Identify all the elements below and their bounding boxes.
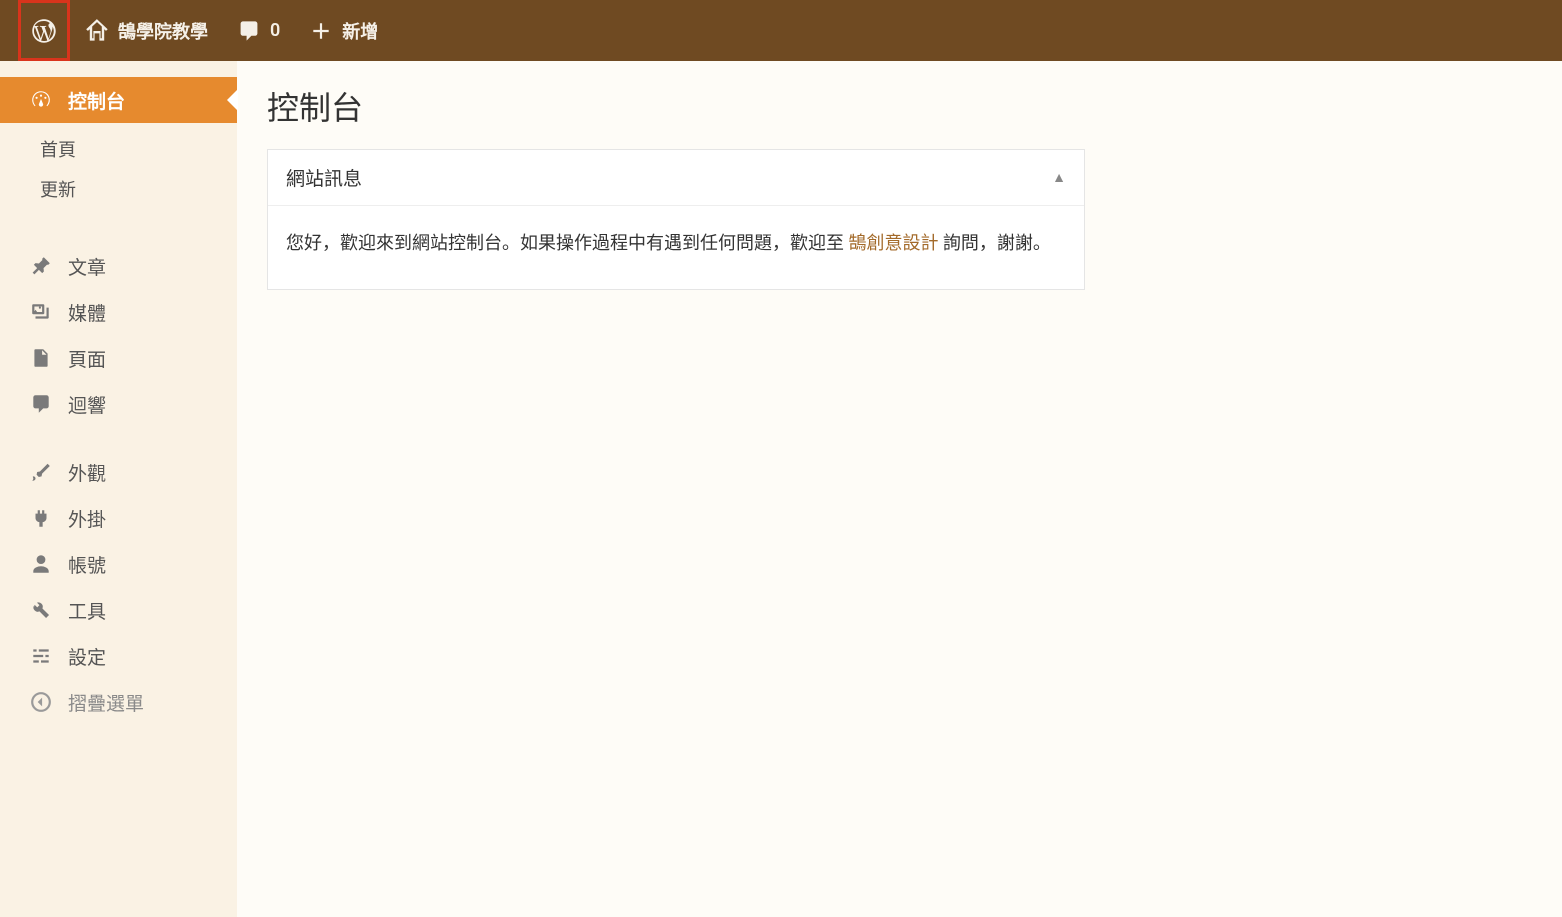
chevron-up-icon: ▲ — [1052, 170, 1066, 186]
menu-dashboard[interactable]: 控制台 — [0, 77, 237, 123]
plugin-icon — [28, 505, 54, 531]
dashboard-icon — [28, 87, 54, 113]
menu-label: 帳號 — [68, 551, 106, 578]
site-info-panel: 網站訊息 ▲ 您好，歡迎來到網站控制台。如果操作過程中有遇到任何問題，歡迎至 鵠… — [267, 149, 1085, 290]
pin-icon — [28, 253, 54, 279]
welcome-text-after: 詢問，謝謝。 — [938, 233, 1050, 254]
menu-label: 文章 — [68, 253, 106, 280]
menu-label: 外觀 — [68, 459, 106, 486]
collapse-menu[interactable]: 摺疊選單 — [0, 679, 237, 725]
menu-label: 外掛 — [68, 505, 106, 532]
panel-body: 您好，歡迎來到網站控制台。如果操作過程中有遇到任何問題，歡迎至 鵠創意設計 詢問… — [268, 206, 1084, 289]
comments-link[interactable]: 0 — [222, 0, 294, 61]
menu-label: 媒體 — [68, 299, 106, 326]
site-link[interactable]: 鵠學院教學 — [70, 0, 222, 61]
menu-media[interactable]: 媒體 — [0, 289, 237, 335]
media-icon — [28, 299, 54, 325]
submenu-updates[interactable]: 更新 — [0, 169, 237, 209]
sliders-icon — [28, 643, 54, 669]
menu-tools[interactable]: 工具 — [0, 587, 237, 633]
dashboard-submenu: 首頁 更新 — [0, 123, 237, 221]
menu-posts[interactable]: 文章 — [0, 243, 237, 289]
menu-label: 迴響 — [68, 391, 106, 418]
submenu-home[interactable]: 首頁 — [0, 129, 237, 169]
menu-label: 控制台 — [68, 87, 125, 114]
wordpress-icon — [31, 18, 57, 44]
site-name-label: 鵠學院教學 — [118, 18, 208, 44]
wrench-icon — [28, 597, 54, 623]
brush-icon — [28, 459, 54, 485]
menu-appearance[interactable]: 外觀 — [0, 449, 237, 495]
plus-icon — [308, 18, 334, 44]
menu-pages[interactable]: 頁面 — [0, 335, 237, 381]
home-icon — [84, 18, 110, 44]
menu-label: 摺疊選單 — [68, 689, 144, 716]
comment-icon — [28, 391, 54, 417]
new-content-link[interactable]: 新增 — [294, 0, 392, 61]
menu-label: 頁面 — [68, 345, 106, 372]
menu-users[interactable]: 帳號 — [0, 541, 237, 587]
welcome-text: 您好，歡迎來到網站控制台。如果操作過程中有遇到任何問題，歡迎至 — [286, 233, 848, 254]
collapse-icon — [28, 689, 54, 715]
page-icon — [28, 345, 54, 371]
panel-header: 網站訊息 ▲ — [268, 150, 1084, 206]
menu-label: 工具 — [68, 597, 106, 624]
comment-icon — [236, 18, 262, 44]
admin-sidebar: 控制台 首頁 更新 文章 媒體 頁面 — [0, 61, 237, 917]
wp-logo-button[interactable] — [18, 0, 70, 61]
page-title: 控制台 — [267, 83, 1532, 129]
welcome-link[interactable]: 鵠創意設計 — [848, 233, 938, 254]
menu-settings[interactable]: 設定 — [0, 633, 237, 679]
menu-plugins[interactable]: 外掛 — [0, 495, 237, 541]
new-label: 新增 — [342, 18, 378, 44]
panel-toggle[interactable]: ▲ — [1052, 169, 1066, 186]
admin-bar: 鵠學院教學 0 新增 — [0, 0, 1562, 61]
user-icon — [28, 551, 54, 577]
menu-comments[interactable]: 迴響 — [0, 381, 237, 427]
panel-title: 網站訊息 — [286, 164, 362, 191]
comment-count: 0 — [270, 20, 280, 41]
content-area: 控制台 網站訊息 ▲ 您好，歡迎來到網站控制台。如果操作過程中有遇到任何問題，歡… — [237, 61, 1562, 917]
menu-label: 設定 — [68, 643, 106, 670]
